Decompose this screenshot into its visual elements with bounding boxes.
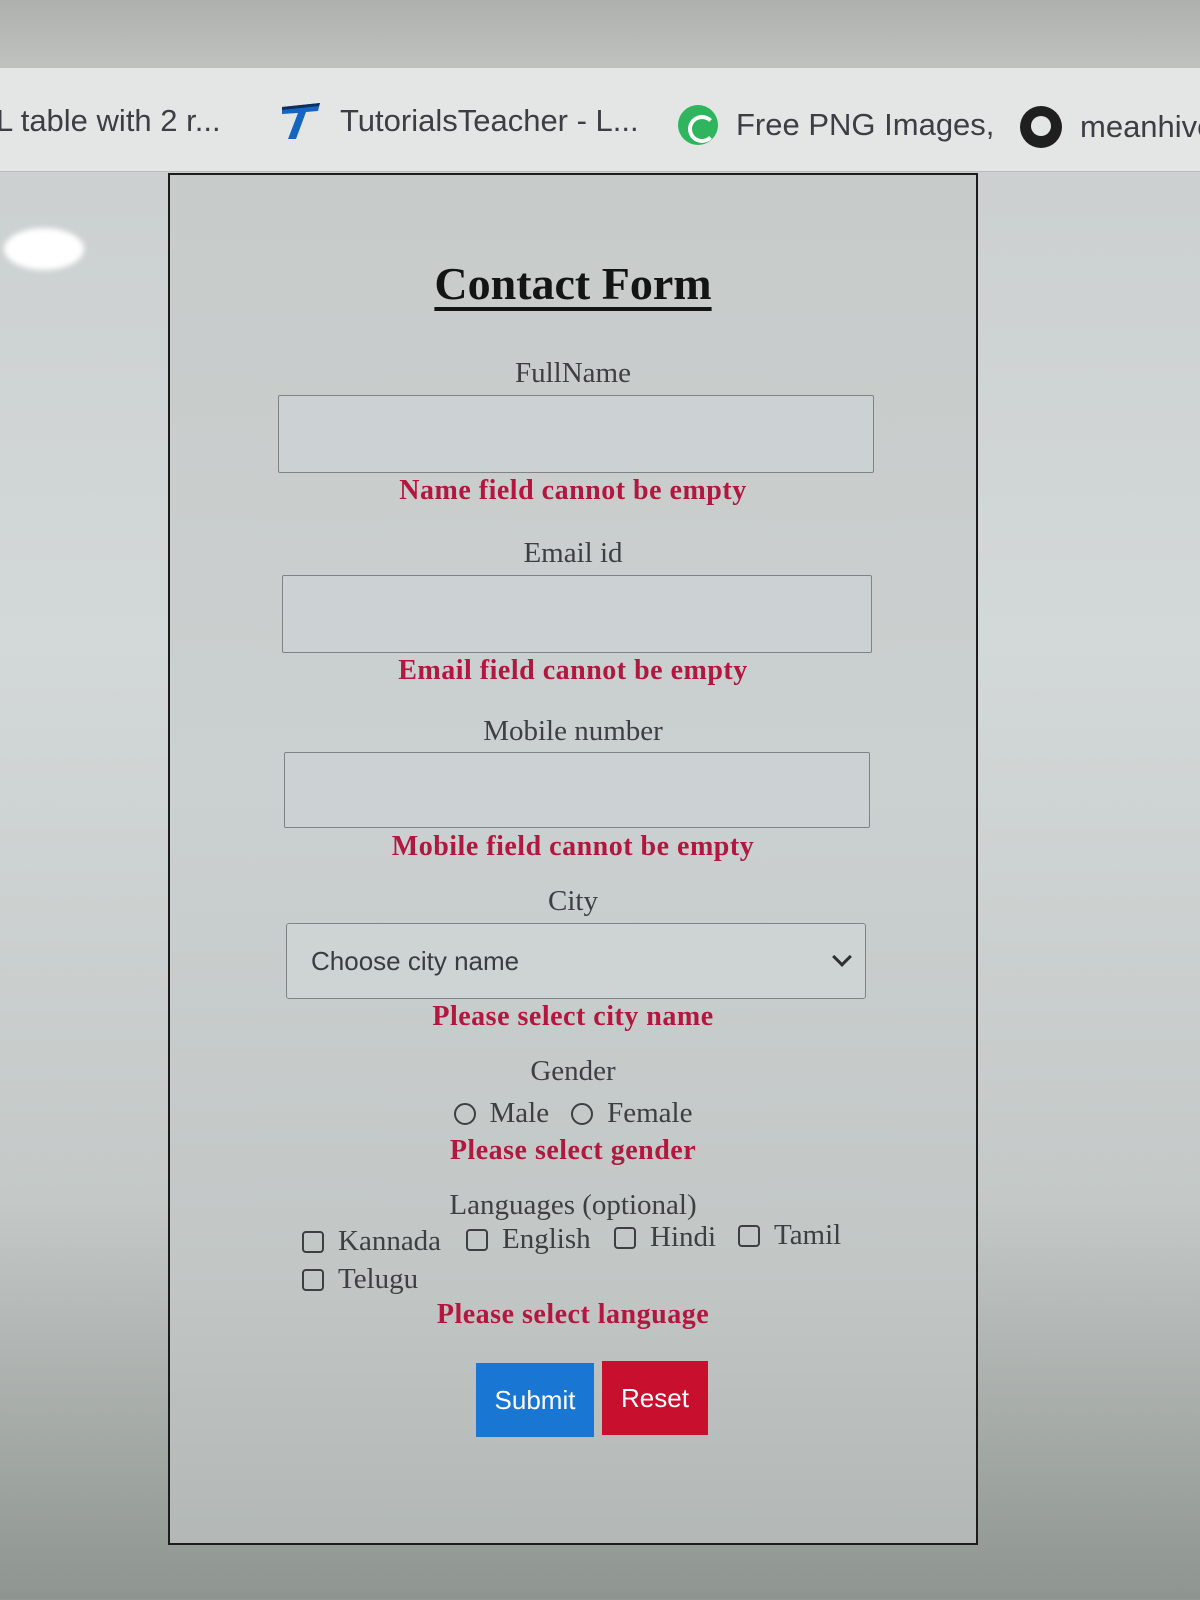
language-option-telugu[interactable]: Telugu [302,1263,418,1296]
city-select-value: Choose city name [311,945,520,976]
language-option-label: English [502,1223,591,1255]
email-error: Email field cannot be empty [398,655,748,686]
gender-option-female[interactable]: Female [571,1097,692,1130]
form-title: Contact Form [434,258,712,309]
submit-button[interactable]: Submit [476,1363,594,1437]
city-error: Please select city name [432,1001,714,1032]
bookmark-label: TutorialsTeacher - L... [340,103,639,138]
bookmark-meanhive[interactable]: meanhive [1020,104,1200,150]
city-select[interactable]: Choose city name [286,923,866,999]
language-option-tamil[interactable]: Tamil [738,1219,841,1252]
checkbox[interactable] [738,1224,760,1247]
fullname-input[interactable] [278,395,874,473]
bookmark-label: L table with 2 r... [0,103,221,138]
chevron-down-icon [832,947,852,967]
radio-button[interactable] [453,1102,476,1125]
language-option-hindi[interactable]: Hindi [614,1221,716,1254]
language-option-kannada[interactable]: Kannada [302,1225,441,1258]
gender-error: Please select gender [449,1135,697,1166]
city-label: City [548,885,598,917]
gender-option-label: Male [489,1097,550,1129]
gender-options: Male Female [170,1097,976,1130]
languages-label: Languages (optional) [449,1189,697,1221]
bookmark-label: meanhive [1080,109,1200,144]
fullname-label: FullName [515,357,631,389]
language-option-label: Hindi [650,1221,717,1253]
bookmark-free-png-images[interactable]: Free PNG Images, [678,102,994,148]
email-input[interactable] [282,575,872,653]
language-option-english[interactable]: English [466,1223,591,1256]
language-option-label: Tamil [774,1219,842,1251]
gender-option-male[interactable]: Male [453,1097,550,1130]
bookmark-label: Free PNG Images, [736,107,995,142]
language-option-label: Kannada [338,1225,442,1257]
checkbox[interactable] [614,1226,636,1249]
mobile-input[interactable] [284,752,870,828]
mobile-error: Mobile field cannot be empty [391,831,755,862]
language-option-label: Telugu [338,1263,419,1295]
bookmark-tutorialsteacher[interactable]: TutorialsTeacher - L... [278,98,639,144]
reset-button[interactable]: Reset [602,1361,708,1435]
gender-option-label: Female [607,1097,693,1129]
email-label: Email id [523,537,623,569]
fullname-error: Name field cannot be empty [399,475,747,506]
github-icon [1020,106,1062,148]
screen-glare [4,228,84,270]
checkbox[interactable] [466,1228,488,1251]
radio-button[interactable] [571,1102,594,1125]
bookmarks-bar: L table with 2 r... TutorialsTeacher - L… [0,68,1200,172]
checkbox[interactable] [302,1230,324,1253]
languages-error: Please select language [436,1299,710,1330]
pngimages-icon [678,105,718,145]
checkbox[interactable] [302,1268,324,1291]
gender-label: Gender [530,1055,616,1087]
mobile-label: Mobile number [483,715,663,747]
tutorialsteacher-icon [278,99,322,143]
bookmark-html-table[interactable]: L table with 2 r... [0,98,221,144]
monitor-bezel [0,0,1200,68]
contact-form: Contact Form FullName Name field cannot … [168,173,978,1545]
